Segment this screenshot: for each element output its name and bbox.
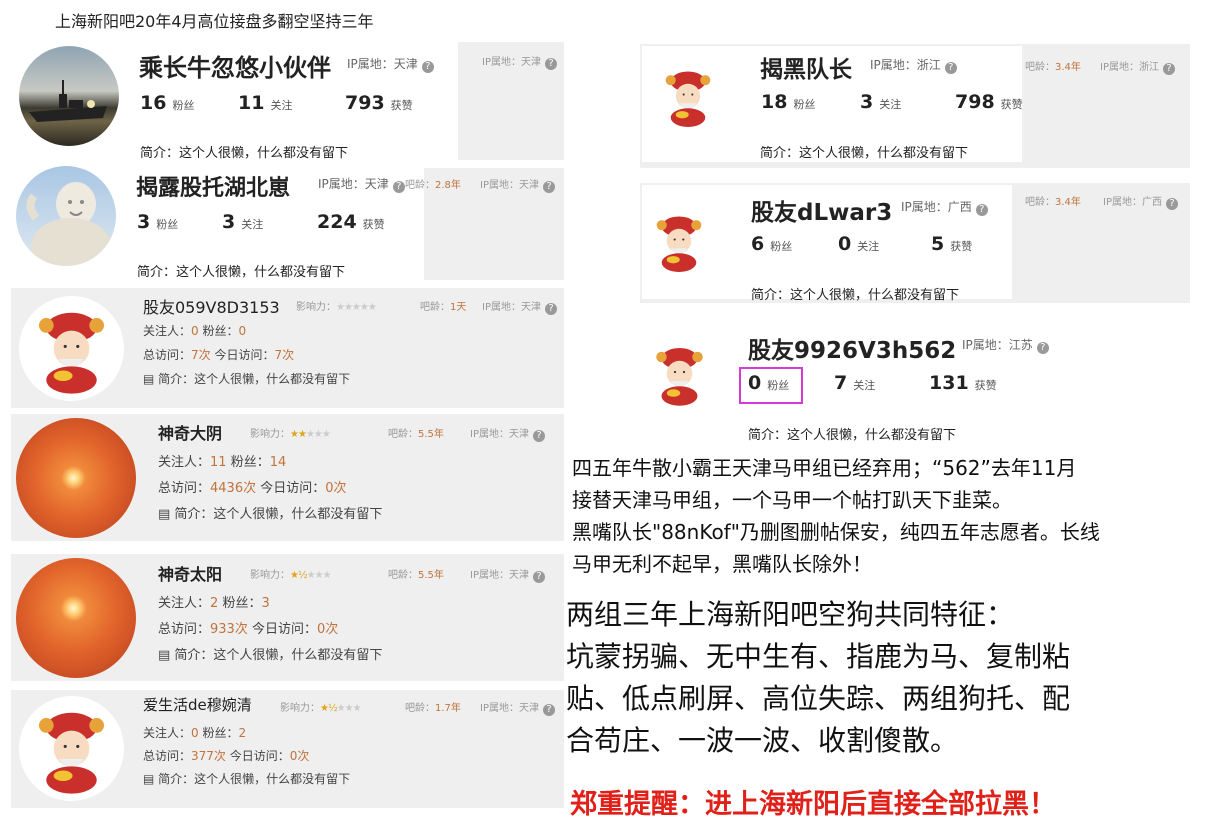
stat-fans: 6 粉丝	[751, 233, 793, 255]
default-avatar[interactable]	[19, 296, 124, 401]
paragraph-1: 四五年牛散小霸王天津马甲组已经弃用；“562”去年11月 接替天津马甲组，一个马…	[572, 456, 1100, 576]
stat-likes: 793 获赞	[345, 92, 413, 114]
follow-row: 关注人：0 粉丝：0	[143, 324, 247, 338]
doc-icon: ▤	[143, 372, 159, 386]
ip-location: IP属地：天津?	[347, 55, 434, 73]
bar-age: 吧龄：5.5年	[388, 570, 444, 581]
follow-row: 关注人：11 粉丝：14	[158, 455, 287, 470]
username[interactable]: 爱生活de穆婉清	[143, 694, 252, 715]
influence: 影响力：★½★★★	[280, 703, 362, 714]
user-avatar[interactable]	[16, 558, 136, 678]
doc-icon: ▤	[158, 507, 175, 522]
bar-age: 吧龄：3.4年	[1025, 197, 1081, 208]
ip-location: IP属地：天津?	[470, 425, 545, 442]
stat-follow: 11 关注	[238, 92, 293, 114]
ip-location: IP属地：天津?	[480, 699, 555, 716]
influence-stars: ★½★★★	[320, 703, 362, 714]
bar-age: 吧龄：1天	[420, 302, 467, 313]
stat-likes: 224 获赞	[317, 211, 385, 233]
help-icon: ?	[975, 204, 988, 216]
default-avatar[interactable]	[642, 336, 717, 411]
bar-age: 吧龄：3.4年	[1025, 62, 1081, 73]
buddha-image	[26, 182, 111, 266]
username[interactable]: 揭露股托湖北崽	[136, 170, 290, 202]
default-avatar[interactable]	[643, 205, 715, 277]
username[interactable]: 神奇大阴	[158, 420, 222, 444]
default-avatar[interactable]	[19, 696, 124, 801]
page-title: 上海新阳吧20年4月高位接盘多翻空坚持三年	[55, 12, 374, 31]
paragraph-2: 两组三年上海新阳吧空狗共同特征： 坑蒙拐骗、无中生有、指鹿为马、复制粘 贴、低点…	[566, 598, 1071, 757]
doc-icon: ▤	[143, 772, 159, 786]
user-avatar[interactable]	[16, 418, 136, 538]
side-ip: IP属地：天津?	[482, 53, 557, 70]
warning-text: 郑重提醒：进上海新阳后直接全部拉黑！	[570, 789, 1056, 820]
follow-row: 关注人：0 粉丝：2	[143, 726, 247, 740]
influence: 影响力：★★★★★	[250, 429, 331, 440]
default-avatar[interactable]	[652, 60, 724, 132]
influence-stars: ★★★★★	[336, 302, 377, 313]
god-of-wealth-icon	[656, 216, 702, 272]
stat-follow: 3 关注	[222, 211, 264, 233]
user-intro: 简介：这个人很懒，什么都没有留下	[140, 146, 349, 161]
help-icon: ?	[944, 62, 957, 74]
user-intro: 简介：这个人很懒，什么都没有留下	[137, 265, 346, 280]
god-of-wealth-icon	[665, 71, 711, 127]
visit-row: 总访问：377次 今日访问：0次	[143, 749, 310, 763]
user-intro: ▤ 简介：这个人很懒，什么都没有留下	[143, 772, 351, 786]
user-intro: 简介：这个人很懒，什么都没有留下	[751, 288, 960, 303]
stat-follow: 3 关注	[860, 91, 902, 113]
god-of-wealth-icon	[38, 312, 105, 394]
influence: 影响力：★★★★★	[296, 302, 377, 313]
username[interactable]: 乘长牛忽悠小伙伴	[139, 48, 331, 83]
ip-location: IP属地：天津?	[482, 298, 557, 315]
user-avatar[interactable]	[16, 166, 116, 266]
stat-fans: 3 粉丝	[137, 211, 179, 233]
influence-stars: ★★★★★	[290, 429, 331, 440]
god-of-wealth-icon	[656, 348, 703, 406]
user-intro: ▤ 简介：这个人很懒，什么都没有留下	[158, 507, 383, 522]
stat-likes: 131 获赞	[929, 372, 997, 394]
stat-likes: 798 获赞	[955, 91, 1023, 113]
ip-location: IP属地：江苏?	[962, 336, 1049, 354]
follow-row: 关注人：2 粉丝：3	[158, 596, 270, 611]
help-icon: ?	[392, 181, 405, 193]
visit-row: 总访问：4436次 今日访问：0次	[158, 481, 347, 496]
user-avatar[interactable]	[19, 46, 119, 146]
ip-location: IP属地：广西?	[901, 198, 988, 216]
ip-location: IP属地：浙江?	[870, 56, 957, 74]
doc-icon: ▤	[158, 648, 175, 663]
help-icon: ?	[421, 61, 434, 73]
god-of-wealth-icon	[38, 712, 105, 794]
username[interactable]: 股友059V8D3153	[143, 294, 280, 318]
influence-stars: ★½★★★	[290, 570, 332, 581]
bar-age: 吧龄：1.7年	[405, 703, 461, 714]
visit-row: 总访问：7次 今日访问：7次	[143, 348, 295, 362]
visit-row: 总访问：933次 今日访问：0次	[158, 622, 339, 637]
ship-image	[29, 80, 107, 122]
username[interactable]: 股友dLwar3	[751, 193, 892, 227]
side-ip: IP属地：天津?	[480, 176, 555, 193]
influence: 影响力：★½★★★	[250, 570, 332, 581]
stat-fans: 18 粉丝	[761, 91, 816, 113]
username[interactable]: 股友9926V3h562	[748, 331, 956, 365]
stat-fans: 0 粉丝	[748, 372, 790, 394]
ip-location: IP属地：天津?	[318, 175, 405, 193]
stat-fans: 16 粉丝	[140, 92, 195, 114]
stat-follow: 0 关注	[838, 233, 880, 255]
user-intro: ▤ 简介：这个人很懒，什么都没有留下	[143, 372, 351, 386]
ip-location: IP属地：天津?	[470, 566, 545, 583]
username[interactable]: 揭黑队长	[760, 50, 852, 84]
stat-follow: 7 关注	[834, 372, 876, 394]
help-icon: ?	[1036, 342, 1049, 354]
username[interactable]: 神奇太阳	[158, 561, 222, 585]
user-intro: ▤ 简介：这个人很懒，什么都没有留下	[158, 648, 383, 663]
side-ip: IP属地：广西?	[1103, 193, 1178, 210]
user-intro: 简介：这个人很懒，什么都没有留下	[760, 146, 969, 161]
side-ip: IP属地：浙江?	[1100, 58, 1175, 75]
user-intro: 简介：这个人很懒，什么都没有留下	[748, 428, 957, 443]
bar-age: 吧龄：2.8年	[405, 180, 461, 191]
stat-likes: 5 获赞	[931, 233, 973, 255]
bar-age: 吧龄：5.5年	[388, 429, 444, 440]
